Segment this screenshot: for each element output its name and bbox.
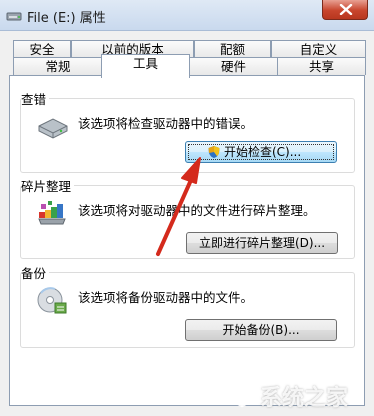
annotation-arrow [156,157,201,256]
